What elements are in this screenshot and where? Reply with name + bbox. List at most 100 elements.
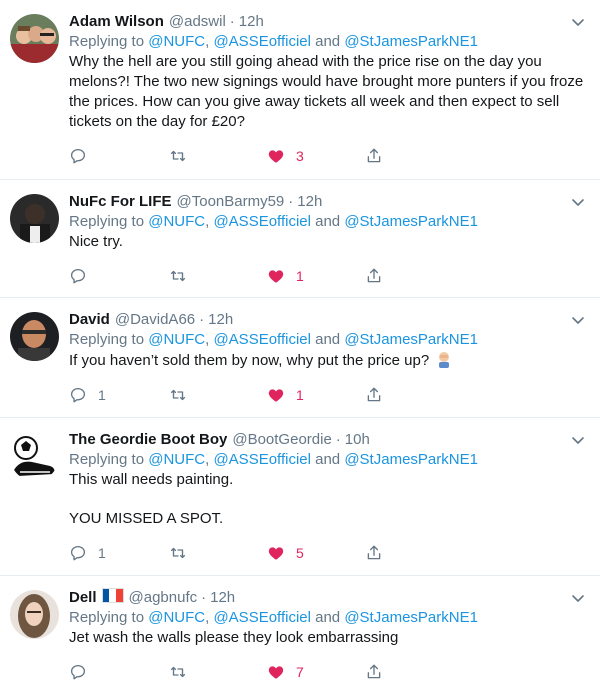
reply-button[interactable]: 1 (69, 386, 106, 404)
share-icon (367, 387, 381, 402)
share-button[interactable] (365, 267, 383, 285)
mention-link[interactable]: @ASSEofficiel (213, 331, 311, 348)
mention-link[interactable]: @ASSEofficiel (213, 451, 311, 468)
tweet-actions: 1 1 (69, 378, 584, 416)
timestamp[interactable]: 12h (297, 192, 322, 212)
tweet-paragraph: Why the hell are you still going ahead w… (69, 53, 584, 130)
avatar[interactable] (10, 432, 59, 481)
mention-link[interactable]: @ASSEofficiel (213, 33, 311, 50)
display-name[interactable]: NuFc For LIFE (69, 192, 172, 212)
heart-icon (268, 270, 284, 283)
separator-dot: · (335, 431, 341, 448)
share-button[interactable] (365, 147, 383, 165)
reply-icon (70, 268, 86, 284)
tweet-actions: 7 (69, 655, 584, 693)
chevron-down-icon[interactable] (570, 14, 586, 30)
replying-to-label: Replying to (69, 609, 145, 626)
like-button[interactable]: 5 (267, 544, 304, 562)
user-handle[interactable]: @adswil (169, 12, 226, 32)
timestamp[interactable]: 12h (210, 588, 235, 608)
replying-to-label: Replying to (69, 33, 145, 50)
retweet-button[interactable] (169, 663, 187, 681)
like-button[interactable]: 3 (267, 147, 304, 165)
and-label: and (315, 33, 341, 50)
retweet-button[interactable] (169, 267, 187, 285)
like-button[interactable]: 1 (267, 386, 304, 404)
user-handle[interactable]: @BootGeordie (232, 430, 331, 450)
timestamp[interactable]: 12h (208, 310, 233, 330)
and-label: and (315, 331, 341, 348)
reply-count: 1 (98, 545, 106, 561)
retweet-icon (170, 270, 186, 282)
mention-link[interactable]: @NUFC (148, 33, 205, 50)
mention-link[interactable]: @NUFC (148, 609, 205, 626)
reply-button[interactable]: 1 (69, 544, 106, 562)
retweet-icon (170, 150, 186, 162)
display-name[interactable]: David (69, 310, 110, 330)
user-handle[interactable]: @agbnufc (129, 588, 198, 608)
tweet-header: NuFc For LIFE @ToonBarmy59 · 12h (69, 192, 584, 212)
avatar[interactable] (10, 14, 59, 63)
tweet[interactable]: Adam Wilson @adswil · 12h Replying to @N… (0, 0, 600, 180)
display-name[interactable]: The Geordie Boot Boy (69, 430, 227, 450)
share-icon (367, 268, 381, 283)
tweet[interactable]: David @DavidA66 · 12h Replying to @NUFC,… (0, 298, 600, 418)
chevron-down-icon[interactable] (570, 432, 586, 448)
avatar[interactable] (10, 312, 59, 361)
chevron-down-icon[interactable] (570, 312, 586, 328)
chevron-down-icon[interactable] (570, 590, 586, 606)
reply-button[interactable] (69, 147, 98, 165)
mention-link[interactable]: @NUFC (148, 331, 205, 348)
reply-icon (70, 664, 86, 680)
tweet-text: Why the hell are you still going ahead w… (69, 52, 589, 132)
replying-to: Replying to @NUFC, @ASSEofficiel and @St… (69, 213, 478, 230)
and-label: and (315, 609, 341, 626)
replying-to-label: Replying to (69, 451, 145, 468)
share-button[interactable] (365, 544, 383, 562)
separator-dot: · (199, 311, 205, 328)
mention-link[interactable]: @NUFC (148, 451, 205, 468)
mention-link[interactable]: @ASSEofficiel (213, 213, 311, 230)
user-handle[interactable]: @DavidA66 (115, 310, 195, 330)
display-name[interactable]: Dell (69, 588, 97, 608)
timestamp[interactable]: 12h (239, 12, 264, 32)
mention-link[interactable]: @StJamesParkNE1 (344, 213, 478, 230)
share-icon (367, 664, 381, 679)
tweet[interactable]: NuFc For LIFE @ToonBarmy59 · 12h Replyin… (0, 180, 600, 298)
reply-button[interactable] (69, 267, 98, 285)
retweet-button[interactable] (169, 147, 187, 165)
chevron-down-icon[interactable] (570, 194, 586, 210)
share-button[interactable] (365, 386, 383, 404)
tweet-paragraph: YOU MISSED A SPOT. (69, 510, 224, 527)
tweet[interactable]: Dell @agbnufc · 12h Replying to @NUFC, @… (0, 576, 600, 695)
mention-link[interactable]: @ASSEofficiel (213, 609, 311, 626)
tweet-actions: 1 (69, 259, 584, 297)
like-button[interactable]: 1 (267, 267, 304, 285)
avatar[interactable] (10, 590, 59, 639)
mention-link[interactable]: @NUFC (148, 213, 205, 230)
replying-to: Replying to @NUFC, @ASSEofficiel and @St… (69, 451, 478, 468)
reply-icon (70, 387, 86, 403)
retweet-button[interactable] (169, 386, 187, 404)
tweet[interactable]: The Geordie Boot Boy @BootGeordie · 10h … (0, 418, 600, 576)
mention-link[interactable]: @StJamesParkNE1 (344, 609, 478, 626)
replying-to-label: Replying to (69, 213, 145, 230)
separator-dot: · (229, 13, 235, 30)
mention-link[interactable]: @StJamesParkNE1 (344, 451, 478, 468)
mention-link[interactable]: @StJamesParkNE1 (344, 331, 478, 348)
user-handle[interactable]: @ToonBarmy59 (177, 192, 285, 212)
reply-button[interactable] (69, 663, 98, 681)
separator-dot: · (288, 193, 294, 210)
mention-link[interactable]: @StJamesParkNE1 (344, 33, 478, 50)
share-button[interactable] (365, 663, 383, 681)
replying-to-label: Replying to (69, 331, 145, 348)
heart-icon (268, 150, 284, 163)
like-count: 3 (296, 148, 304, 164)
tweet-text: If you haven’t sold them by now, why put… (69, 350, 584, 371)
and-label: and (315, 213, 341, 230)
retweet-button[interactable] (169, 544, 187, 562)
display-name[interactable]: Adam Wilson (69, 12, 164, 32)
timestamp[interactable]: 10h (345, 430, 370, 450)
like-button[interactable]: 7 (267, 663, 304, 681)
avatar[interactable] (10, 194, 59, 243)
